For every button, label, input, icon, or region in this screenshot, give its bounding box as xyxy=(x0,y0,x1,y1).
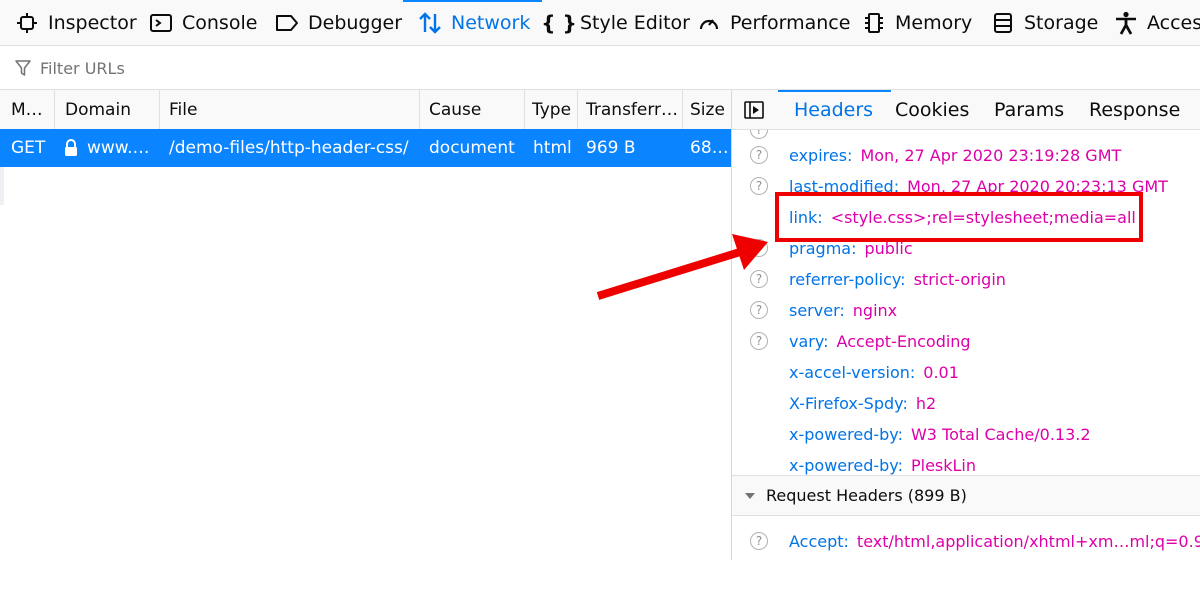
header-row: ? server: nginx xyxy=(732,297,1200,323)
section-title: Request Headers (899 B) xyxy=(766,486,967,505)
network-icon xyxy=(417,11,443,34)
column-size[interactable]: Size xyxy=(690,90,730,129)
header-row: x-powered-by: W3 Total Cache/0.13.2 xyxy=(732,421,1200,447)
tab-label: Network xyxy=(451,11,531,34)
column-domain[interactable]: Domain xyxy=(65,90,155,129)
header-row: ? referrer-policy: strict-origin xyxy=(732,266,1200,292)
help-icon[interactable]: ? xyxy=(750,130,768,139)
help-icon[interactable]: ? xyxy=(750,332,768,350)
tab-label: Debugger xyxy=(308,11,403,34)
style-editor-icon: { } xyxy=(541,10,577,35)
column-cause[interactable]: Cause xyxy=(429,90,519,129)
tab-network[interactable]: Network xyxy=(402,0,543,45)
accessibility-icon xyxy=(1113,11,1139,35)
filter-icon xyxy=(15,59,31,81)
column-method[interactable]: M… xyxy=(11,90,51,129)
request-domain-text: www.… xyxy=(87,138,150,158)
help-icon[interactable]: ? xyxy=(750,532,768,550)
tab-style-editor[interactable]: { } Style Editor xyxy=(541,0,690,45)
tab-label: Accessi xyxy=(1147,11,1200,34)
storage-icon xyxy=(990,12,1016,34)
console-icon xyxy=(148,13,174,33)
tab-label: Performance xyxy=(730,11,851,34)
annotation-highlight-box xyxy=(775,192,1143,242)
request-transferred: 969 B xyxy=(586,138,636,158)
tab-performance[interactable]: Performance xyxy=(696,0,850,45)
header-row: x-accel-version: 0.01 xyxy=(732,359,1200,385)
header-value: strict-origin xyxy=(913,269,1006,289)
tab-label: Storage xyxy=(1024,11,1099,34)
column-type[interactable]: Type xyxy=(532,90,578,129)
header-name: expires: xyxy=(789,145,853,165)
request-method: GET xyxy=(11,138,46,158)
request-size: 68… xyxy=(690,138,729,158)
filter-bar xyxy=(0,46,1200,90)
header-row: ? vary: Accept-Encoding xyxy=(732,328,1200,354)
row-stripe xyxy=(0,167,4,205)
header-value: Mon, 27 Apr 2020 23:19:28 GMT xyxy=(860,145,1122,165)
header-name: X-Firefox-Spdy: xyxy=(789,393,908,413)
header-value: W3 Total Cache/0.13.2 xyxy=(910,424,1091,444)
tab-headers[interactable]: Headers xyxy=(777,90,892,129)
tab-label: Inspector xyxy=(48,11,137,34)
lock-icon xyxy=(63,139,79,157)
tab-accessibility[interactable]: Accessi xyxy=(1113,0,1200,45)
table-row[interactable]: GET www.… /demo-files/http-header-css/ d… xyxy=(0,129,731,167)
tab-response[interactable]: Response xyxy=(1089,90,1180,129)
tab-cookies[interactable]: Cookies xyxy=(895,90,969,129)
header-name: x-accel-version: xyxy=(789,362,916,382)
request-type: html xyxy=(533,138,572,158)
inspector-icon xyxy=(14,12,40,33)
request-list-header: M… Domain File Cause Type Transferr… Siz… xyxy=(0,90,731,130)
debugger-icon xyxy=(274,13,300,33)
tab-memory[interactable]: Memory xyxy=(861,0,972,45)
memory-icon xyxy=(861,12,887,34)
request-cause: document xyxy=(429,138,515,158)
header-value: Accept-Encoding xyxy=(836,331,971,351)
header-name: referrer-policy: xyxy=(789,269,906,289)
tab-storage[interactable]: Storage xyxy=(990,0,1098,45)
header-value: h2 xyxy=(915,393,937,413)
header-name: x-powered-by: xyxy=(789,455,903,475)
header-name: vary: xyxy=(789,331,829,351)
tab-debugger[interactable]: Debugger xyxy=(274,0,402,45)
column-divider[interactable] xyxy=(577,90,578,129)
tab-params[interactable]: Params xyxy=(994,90,1064,129)
tab-label: Console xyxy=(182,11,258,34)
header-name: x-powered-by: xyxy=(789,424,903,444)
header-value: PleskLin xyxy=(910,455,977,475)
request-headers-section[interactable]: Request Headers (899 B) xyxy=(732,475,1200,516)
tab-inspector[interactable]: Inspector xyxy=(14,0,137,45)
column-divider[interactable] xyxy=(54,90,55,129)
header-value: 0.01 xyxy=(923,362,959,382)
column-divider[interactable] xyxy=(524,90,525,129)
help-icon[interactable]: ? xyxy=(750,146,768,164)
request-domain: www.… xyxy=(63,129,157,167)
header-name: server: xyxy=(789,300,845,320)
tab-console[interactable]: Console xyxy=(148,0,257,45)
tab-label: Style Editor xyxy=(580,11,690,34)
devtools-toolbar: Inspector Console Debugger Network { } S… xyxy=(0,0,1200,46)
column-divider[interactable] xyxy=(419,90,420,129)
request-file: /demo-files/http-header-css/ xyxy=(169,138,409,158)
header-value: text/html,application/xhtml+xm…ml;q=0.9,… xyxy=(856,531,1200,551)
details-tab-bar: Headers Cookies Params Response xyxy=(732,90,1200,130)
annotation-arrow-icon xyxy=(596,234,768,300)
header-row: ? expires: Mon, 27 Apr 2020 23:19:28 GMT xyxy=(732,142,1200,168)
column-transferred[interactable]: Transferr… xyxy=(586,90,678,129)
column-divider[interactable] xyxy=(159,90,160,129)
header-row: ? Accept: text/html,application/xhtml+xm…… xyxy=(732,528,1200,554)
triangle-down-icon xyxy=(744,491,756,501)
header-row: X-Firefox-Spdy: h2 xyxy=(732,390,1200,416)
column-file[interactable]: File xyxy=(169,90,409,129)
performance-icon xyxy=(696,13,722,33)
help-icon[interactable]: ? xyxy=(750,177,768,195)
header-name: Accept: xyxy=(789,531,849,551)
tab-label: Memory xyxy=(895,11,973,34)
column-divider[interactable] xyxy=(682,90,683,129)
filter-urls-input[interactable] xyxy=(38,55,442,81)
toggle-sidebar-icon[interactable] xyxy=(744,101,764,123)
header-value: nginx xyxy=(852,300,898,320)
